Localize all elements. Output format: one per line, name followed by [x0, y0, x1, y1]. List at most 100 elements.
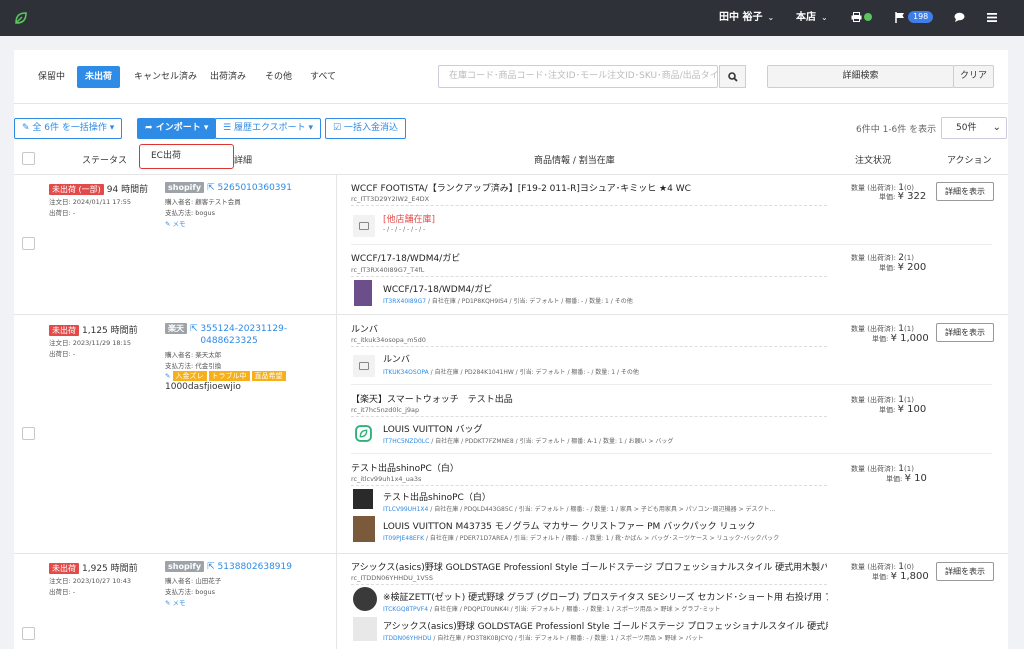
order-number-link[interactable]: 5265010360391	[218, 183, 292, 193]
stock-name[interactable]: アシックス(asics)野球 GOLDSTAGE Professionl Sty…	[383, 619, 828, 632]
payment-method: 支払方法: bogus	[165, 588, 215, 596]
import-dropdown-item-ec-shipping[interactable]: EC出荷	[139, 144, 234, 169]
printer-status[interactable]	[851, 0, 872, 36]
tab-cancelled[interactable]: キャンセル済み	[134, 66, 197, 88]
tab-unshipped[interactable]: 未出荷	[77, 66, 121, 88]
stock-meta: ITCKGQ8TPVF4 / 自社在庫 / PDQPLT0UNK4I / 引当:…	[383, 604, 720, 613]
elapsed-time: 1,925 時間前	[82, 564, 138, 574]
advanced-search-button[interactable]: 詳細検索	[767, 65, 954, 88]
external-link-icon: ⇱	[207, 183, 215, 193]
dashed-divider	[351, 346, 827, 347]
list-icon: ☰	[223, 123, 234, 133]
stock-meta-text: / 自社在庫 / PD1P8KQH9IS4 / 引当: デフォルト / 棚番: …	[426, 298, 633, 305]
row-checkbox[interactable]	[22, 237, 35, 250]
product-title[interactable]: WCCF FOOTISTA/【ランクアップ済み】[F19-2 011-R]ヨシュ…	[351, 181, 691, 194]
chat-button[interactable]	[954, 0, 965, 36]
stock-code-link[interactable]: IT09PJE48EFK	[383, 535, 424, 542]
stock-name[interactable]: ※検証ZETT(ゼット) 硬式野球 グラブ (グローブ) プロステイタス SEシ…	[383, 590, 828, 603]
tab-other[interactable]: その他	[265, 66, 292, 88]
store-menu[interactable]: 本店 ⌄	[796, 0, 828, 36]
stock-code-link[interactable]: ITCKGQ8TPVF4	[383, 606, 428, 613]
unit-price: 単価: ¥ 1,000	[872, 333, 929, 344]
stock-name[interactable]: ルンバ	[383, 352, 410, 365]
search-button[interactable]	[719, 65, 746, 88]
chevron-down-icon: ⌄	[992, 122, 1001, 133]
menu-icon	[987, 12, 997, 22]
product-title[interactable]: 【楽天】スマートウォッチ テスト出品	[351, 392, 513, 405]
notification-count: 198	[908, 11, 934, 23]
order-number-link[interactable]: 355124-20231129-0488623325	[200, 323, 324, 347]
view-detail-button[interactable]: 詳細を表示	[936, 323, 994, 342]
qty-label: 数量 (出荷済):	[851, 465, 897, 473]
stock-name[interactable]: WCCF/17-18/WDM4/ガビ	[383, 282, 492, 295]
per-page-select[interactable]: 50件 ⌄	[941, 117, 1007, 139]
memo-link[interactable]: ✎ メモ	[165, 597, 186, 607]
row-checkbox[interactable]	[22, 627, 35, 640]
hamburger-menu[interactable]	[987, 0, 997, 36]
flag-icon	[895, 11, 904, 23]
image-placeholder-icon	[353, 355, 375, 377]
tab-on-hold[interactable]: 保留中	[38, 66, 65, 88]
product-title[interactable]: テスト出品shinoPC（白）	[351, 461, 459, 474]
product-code: rc_itkuk34osopa_m5d0	[351, 336, 426, 344]
user-menu[interactable]: 田中 裕子 ⌄	[719, 0, 774, 36]
image-placeholder-icon	[353, 215, 375, 237]
external-link-icon: ⇱	[190, 324, 198, 334]
order-detail: 楽天 ⇱ 355124-20231129-0488623325	[165, 323, 324, 347]
unit-price: 単価: ¥ 10	[886, 473, 927, 484]
product-thumbnail	[353, 587, 377, 611]
stock-code-link[interactable]: IT3RX40I89G7	[383, 298, 426, 305]
buyer-name: 購入者名: 楽天太郎	[165, 351, 222, 359]
payment-method: 支払方法: 代金引換	[165, 362, 222, 370]
product-title[interactable]: ルンバ	[351, 322, 378, 335]
select-all-checkbox[interactable]	[22, 152, 35, 165]
order-detail: shopify ⇱ 5265010360391	[165, 182, 292, 193]
checkbox-icon: ☑	[333, 123, 344, 133]
chevron-down-icon: ⌄	[821, 13, 828, 22]
order-detail: shopify ⇱ 5138802638919	[165, 561, 292, 572]
product-thumbnail	[353, 617, 377, 641]
stock-code-link[interactable]: IT7HC5NZD0LC	[383, 438, 429, 445]
pencil-icon[interactable]: ✎	[165, 372, 170, 380]
import-button[interactable]: ➦ インポート ▾	[137, 118, 217, 139]
export-button[interactable]: ☰ 履歴エクスポート ▾	[215, 118, 322, 139]
product-title[interactable]: アシックス(asics)野球 GOLDSTAGE Professionl Sty…	[351, 560, 827, 573]
stock-name: [他店舗在庫]	[383, 215, 436, 225]
stock-name[interactable]: テスト出品shinoPC（白）	[383, 490, 491, 503]
stock-name[interactable]: LOUIS VUITTON バッグ	[383, 422, 483, 435]
stock-code-link[interactable]: ITKUK34OSOPA	[383, 369, 429, 376]
dashed-divider	[351, 485, 827, 486]
pencil-icon: ✎	[165, 220, 171, 228]
payment-method: 支払方法: bogus	[165, 209, 215, 217]
payment-reconcile-button[interactable]: ☑ 一括入金消込	[325, 118, 406, 139]
row-checkbox[interactable]	[22, 427, 35, 440]
notifications[interactable]: 198	[895, 0, 934, 36]
qty-shipped: (1)	[904, 465, 914, 473]
search-icon	[728, 72, 738, 82]
ship-date: 出荷日: -	[49, 350, 76, 358]
tag-badge: トラブル中	[208, 371, 250, 381]
caret-down-icon: ▾	[305, 123, 314, 133]
pencil-icon: ✎	[165, 599, 171, 607]
header-product: 商品情報 / 割当在庫	[534, 156, 615, 166]
stock-code-link[interactable]: ITDDN06YHHDU	[383, 635, 432, 642]
view-detail-button[interactable]: 詳細を表示	[936, 182, 994, 201]
qty-shipped: (1)	[904, 325, 914, 333]
product-title[interactable]: WCCF/17-18/WDM4/ガビ	[351, 251, 460, 264]
header-action: アクション	[947, 156, 992, 166]
stock-code-link[interactable]: ITLCV99UH1X4	[383, 506, 428, 513]
ship-date: 出荷日: -	[49, 588, 76, 596]
view-detail-button[interactable]: 詳細を表示	[936, 562, 994, 581]
column-divider	[336, 175, 337, 314]
status-badge: 未出荷	[49, 563, 79, 574]
order-number-link[interactable]: 5138802638919	[218, 562, 292, 572]
bulk-action-button[interactable]: ✎ 全 6件 を一括操作 ▾	[14, 118, 123, 139]
stock-name[interactable]: LOUIS VUITTON M43735 モノグラム マカサー クリストファー …	[383, 519, 756, 532]
search-input[interactable]: 在庫コード･商品コード･注文ID･モール注文ID･SKU･商品/出品タイトル	[438, 65, 718, 88]
app-logo-icon[interactable]	[13, 10, 29, 26]
tab-shipped[interactable]: 出荷済み	[210, 66, 246, 88]
memo-link[interactable]: ✎ メモ	[165, 218, 186, 228]
clear-button[interactable]: クリア	[953, 65, 994, 88]
tab-all[interactable]: すべて	[310, 66, 336, 88]
stock-meta-text: / 自社在庫 / PDQLD443G85C / 引当: デフォルト / 棚番: …	[428, 506, 776, 513]
